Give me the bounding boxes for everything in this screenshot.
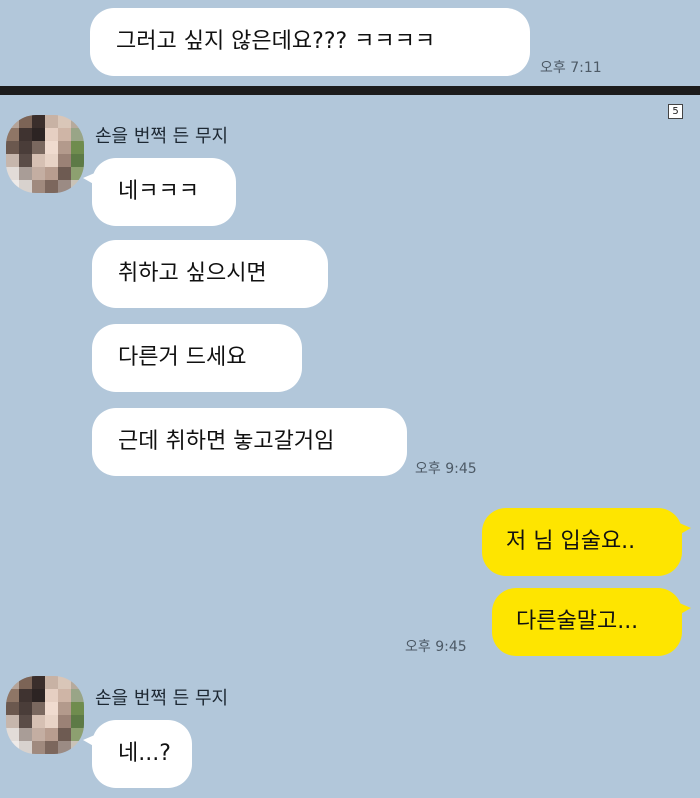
message-text: 저 님 입술요.. xyxy=(506,529,636,554)
avatar[interactable] xyxy=(6,676,84,754)
message-bubble[interactable]: 그러고 싶지 않은데요??? ㅋㅋㅋㅋ xyxy=(90,8,530,76)
message-bubble[interactable]: 근데 취하면 놓고갈거임 xyxy=(92,408,407,476)
message-text: 다른술말고... xyxy=(516,609,639,634)
message-text: 네ㅋㅋㅋ xyxy=(118,179,199,204)
message-text: 네...? xyxy=(118,741,171,766)
message-text: 그러고 싶지 않은데요??? ㅋㅋㅋㅋ xyxy=(116,29,436,54)
message-time: 오후 9:45 xyxy=(405,639,467,655)
message-text: 다른거 드세요 xyxy=(118,345,247,370)
message-text: 취하고 싶으시면 xyxy=(118,261,267,286)
message-bubble[interactable]: 네ㅋㅋㅋ xyxy=(83,158,236,226)
sender-name: 손을 번쩍 든 무지 xyxy=(95,126,229,147)
page-badge: 5 xyxy=(668,104,683,119)
message-bubble[interactable]: 취하고 싶으시면 xyxy=(92,240,328,308)
message-bubble[interactable]: 네...? xyxy=(83,720,192,788)
avatar[interactable] xyxy=(6,115,84,193)
message-time: 오후 7:11 xyxy=(540,60,602,76)
sender-name: 손을 번쩍 든 무지 xyxy=(95,688,229,709)
screenshot-divider xyxy=(0,86,700,95)
message-bubble-outgoing[interactable]: 저 님 입술요.. xyxy=(482,508,691,576)
message-time: 오후 9:45 xyxy=(415,461,477,477)
message-bubble[interactable]: 다른거 드세요 xyxy=(92,324,302,392)
message-text: 근데 취하면 놓고갈거임 xyxy=(118,429,335,454)
message-bubble-outgoing[interactable]: 다른술말고... xyxy=(492,588,691,656)
